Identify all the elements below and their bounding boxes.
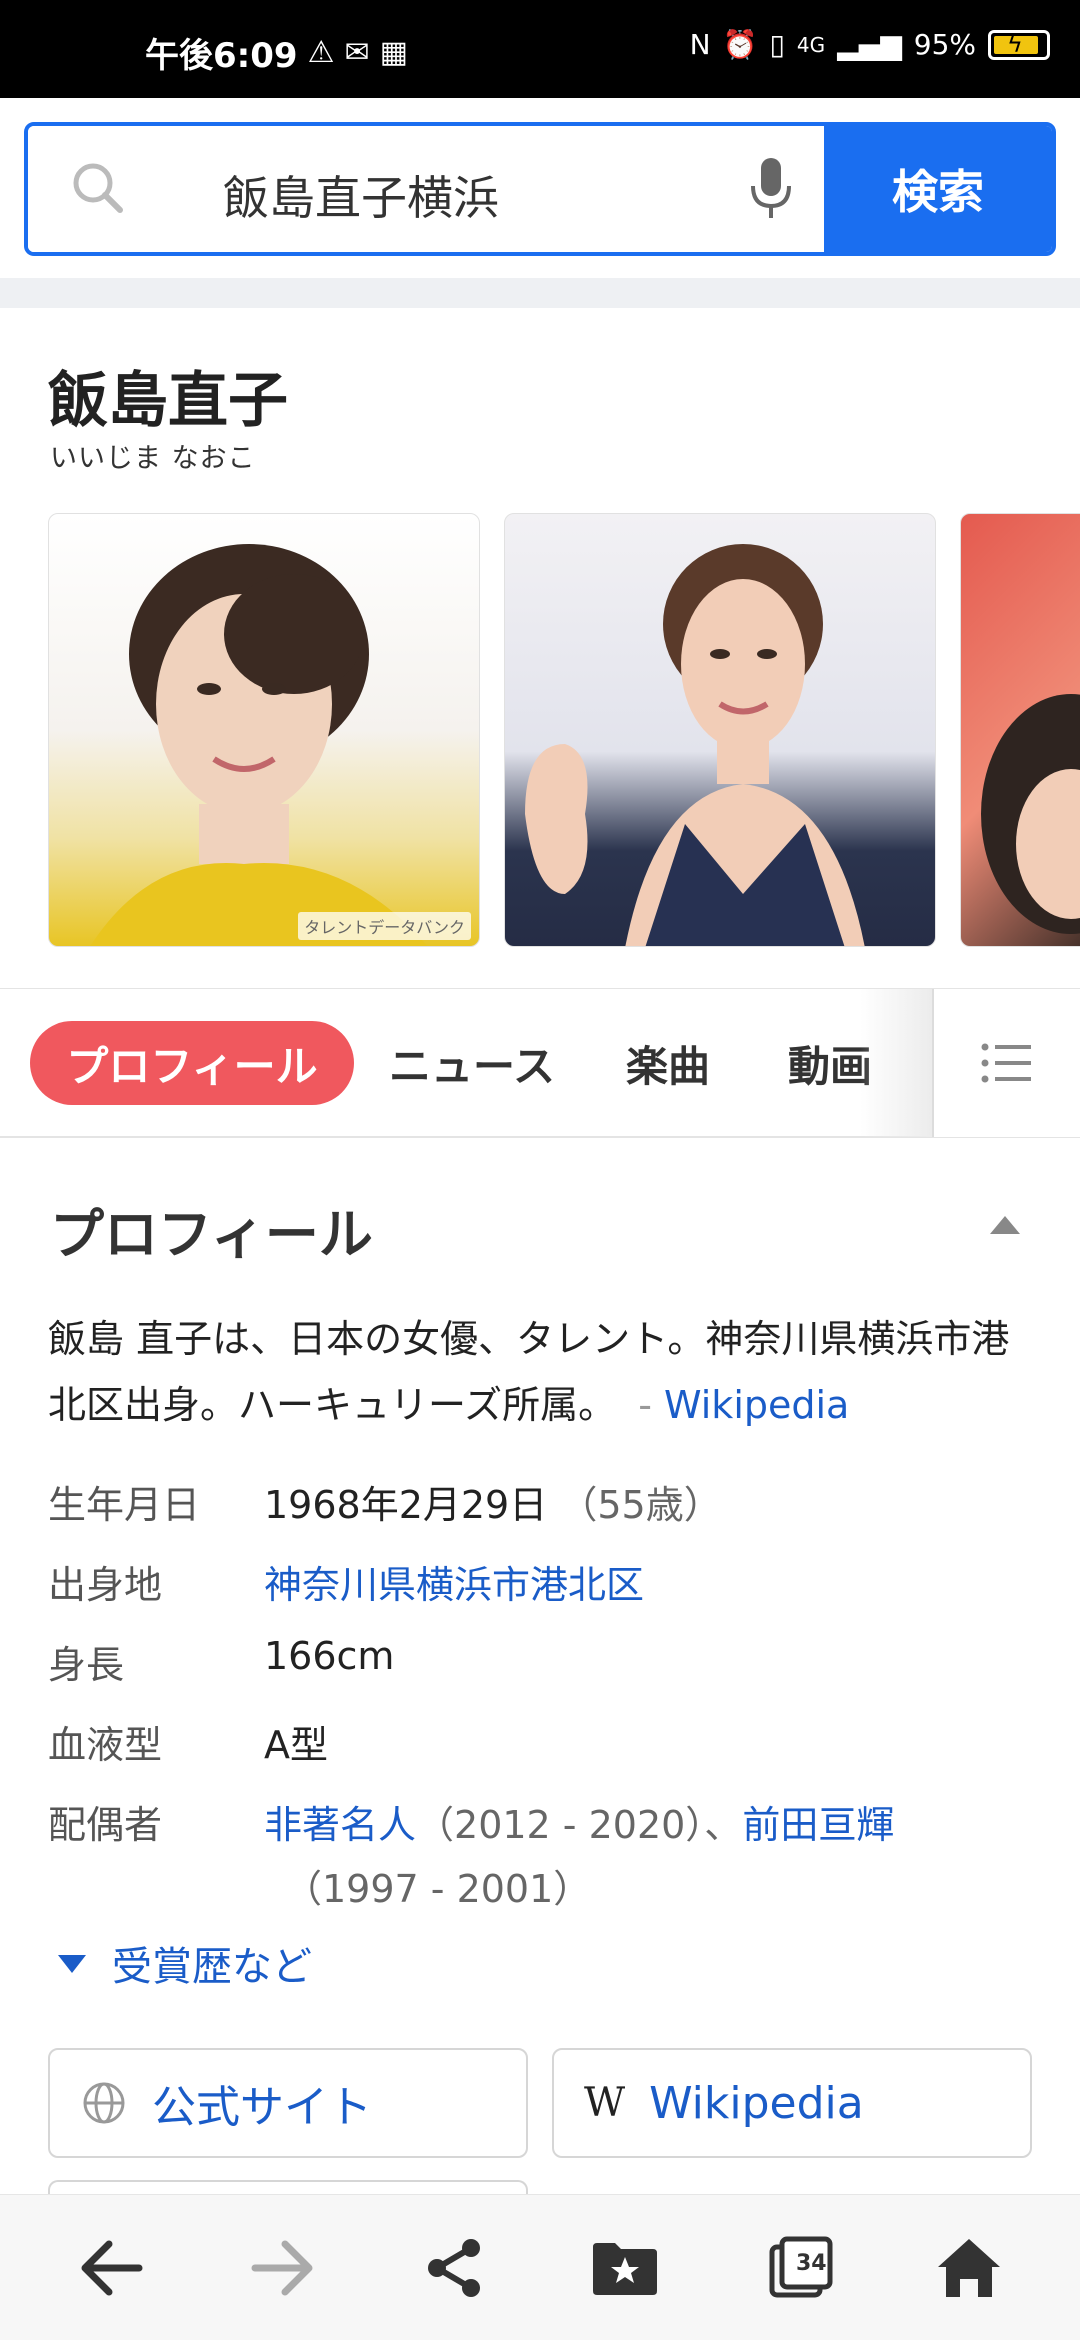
summary-text: 飯島 直子は、日本の女優、タレント。神奈川県横浜市港北区出身。ハーキュリーズ所属… — [48, 1317, 1010, 1427]
fact-birthdate: 生年月日 1968年2月29日 （55歳） — [48, 1466, 1048, 1546]
search-input[interactable]: 飯島直子横浜 — [28, 126, 824, 252]
photo-3[interactable] — [960, 513, 1080, 947]
tab-news[interactable]: ニュース — [372, 1021, 572, 1105]
battery-icon: ϟ — [988, 29, 1050, 60]
wikipedia-button[interactable]: W Wikipedia — [552, 2048, 1032, 2158]
wikipedia-source-link[interactable]: Wikipedia — [664, 1383, 849, 1427]
photo-2[interactable] — [504, 513, 936, 947]
share-icon[interactable] — [400, 2223, 510, 2313]
summary-dash: - — [638, 1383, 652, 1427]
fact-spouse: 配偶者 非著名人（2012 - 2020）、前田亘輝 （1997 - 2001） — [48, 1786, 1048, 1926]
profile-title: プロフィール — [50, 1203, 373, 1266]
tab-fade — [860, 989, 932, 1137]
list-menu-icon[interactable] — [932, 989, 1080, 1137]
fact-label: 血液型 — [48, 1723, 163, 1767]
divider — [0, 278, 1080, 308]
search-icon — [68, 158, 128, 222]
blood-type-value: A型 — [264, 1723, 328, 1767]
microphone-icon[interactable] — [748, 156, 794, 226]
search-bar: 飯島直子横浜 検索 — [24, 122, 1056, 256]
awards-toggle[interactable]: 受賞歴など — [58, 1934, 312, 1992]
tab-profile[interactable]: プロフィール — [30, 1021, 354, 1105]
forward-arrow-icon[interactable] — [228, 2223, 338, 2313]
awards-label: 受賞歴など — [112, 1944, 312, 1990]
vibrate-icon: ▯ — [769, 28, 785, 61]
warning-icon: ⚠ — [307, 34, 335, 70]
entity-reading: いいじま なおこ — [50, 443, 256, 474]
battery-percent: 95% — [913, 28, 976, 61]
collapse-icon[interactable] — [990, 1214, 1020, 1238]
official-site-label: 公式サイト — [152, 2082, 372, 2133]
fact-label: 生年月日 — [48, 1483, 201, 1527]
tabs-icon[interactable]: 34 — [746, 2223, 856, 2313]
profile-facts: 生年月日 1968年2月29日 （55歳） 出身地 神奈川県横浜市港北区 身長 … — [48, 1466, 1048, 1926]
profile-summary: 飯島 直子は、日本の女優、タレント。神奈川県横浜市港北区出身。ハーキュリーズ所属… — [48, 1306, 1038, 1438]
status-time: 午後6:09 — [145, 36, 298, 76]
network-type: 4G — [796, 32, 826, 57]
tab-count: 34 — [796, 2251, 827, 2276]
gmail-icon: ✉ — [344, 34, 370, 70]
back-arrow-icon[interactable] — [56, 2223, 166, 2313]
globe-icon — [82, 2081, 126, 2125]
fact-label: 出身地 — [48, 1563, 163, 1607]
bookmark-folder-icon[interactable] — [570, 2223, 680, 2313]
signal-icon: ▂▄▆ — [837, 28, 902, 61]
wikipedia-label: Wikipedia — [649, 2077, 864, 2129]
image-carousel[interactable]: タレントデータバンク — [48, 513, 1080, 947]
search-query: 飯島直子横浜 — [223, 171, 499, 225]
fact-label: 身長 — [48, 1643, 125, 1687]
spouse-1-link[interactable]: 非著名人 — [264, 1803, 416, 1847]
tab-bar: プロフィール ニュース 楽曲 動画 — [0, 988, 1080, 1138]
height-value: 166cm — [264, 1634, 395, 1678]
image-watermark: タレントデータバンク — [298, 912, 471, 940]
age-value: （55歳） — [559, 1483, 722, 1527]
bottom-nav: 34 — [0, 2194, 1080, 2340]
spouse-2-link[interactable]: 前田亘輝 — [742, 1803, 894, 1847]
photo-1[interactable]: タレントデータバンク — [48, 513, 480, 947]
spouse-2-years: （1997 - 2001） — [284, 1867, 592, 1911]
nfc-icon: Ν — [689, 28, 711, 61]
status-bar: 午後6:09 ⚠ ✉ ▦ Ν ⏰ ▯ 4G ▂▄▆ 95% ϟ — [0, 0, 1080, 98]
official-site-button[interactable]: 公式サイト — [48, 2048, 528, 2158]
fact-blood-type: 血液型 A型 — [48, 1706, 1048, 1786]
home-icon[interactable] — [914, 2223, 1024, 2313]
entity-name: 飯島直子 — [48, 366, 288, 436]
birthdate-value: 1968年2月29日 — [264, 1483, 548, 1527]
fact-height: 身長 166cm — [48, 1626, 1048, 1706]
spouse-1-years: （2012 - 2020）、 — [416, 1803, 743, 1847]
alarm-icon: ⏰ — [722, 28, 758, 61]
calendar-icon: ▦ — [379, 34, 408, 70]
origin-link[interactable]: 神奈川県横浜市港北区 — [264, 1554, 644, 1609]
fact-origin: 出身地 神奈川県横浜市港北区 — [48, 1546, 1048, 1626]
search-button[interactable]: 検索 — [824, 126, 1052, 252]
fact-label: 配偶者 — [48, 1803, 163, 1847]
expand-triangle-icon — [58, 1955, 86, 1973]
wikipedia-icon: W — [584, 2080, 626, 2126]
tab-songs[interactable]: 楽曲 — [600, 1021, 736, 1105]
